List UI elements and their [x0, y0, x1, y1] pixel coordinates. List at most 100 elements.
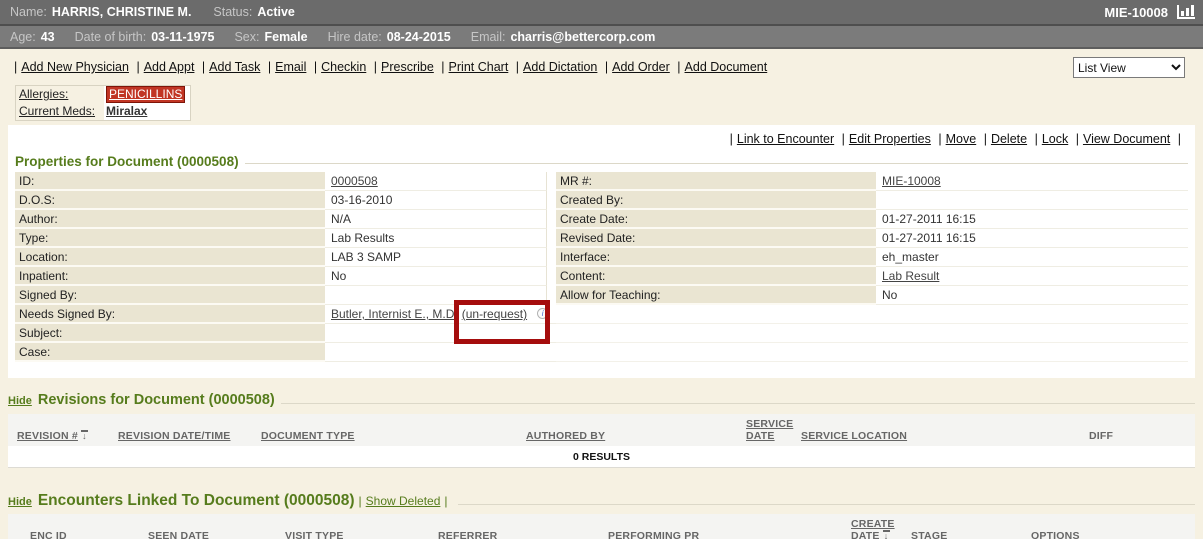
prop-label-mr: MR #:: [556, 172, 876, 191]
action-edit-properties[interactable]: Edit Properties: [849, 132, 931, 146]
status-label: Status:: [213, 5, 252, 19]
prop-row-signedby-teaching: Signed By: Allow for Teaching: No: [15, 286, 1188, 305]
encounters-header: ENC ID SEEN DATE VISIT TYPE REFERRER PER…: [8, 514, 1195, 539]
show-deleted-link[interactable]: Show Deleted: [366, 494, 441, 508]
col-seen-date[interactable]: SEEN DATE: [148, 530, 285, 539]
prop-label-subject: Subject:: [15, 324, 325, 343]
document-panel: |Link to Encounter |Edit Properties |Mov…: [8, 125, 1195, 378]
toolbar: |Add New Physician |Add Appt |Add Task |…: [0, 49, 1203, 80]
action-view-document[interactable]: View Document: [1083, 132, 1170, 146]
prop-label-id: ID:: [15, 172, 325, 191]
toolbar-link-prescribe[interactable]: Prescribe: [381, 60, 434, 74]
prop-label-create-date: Create Date:: [556, 210, 876, 229]
info-icon[interactable]: [537, 308, 548, 319]
current-meds-link[interactable]: Current Meds:: [19, 104, 95, 118]
prop-label-content: Content:: [556, 267, 876, 286]
prop-value-id-link[interactable]: 0000508: [331, 174, 378, 188]
prop-label-inpatient: Inpatient:: [15, 267, 325, 286]
action-move[interactable]: Move: [946, 132, 977, 146]
allergy-penicillins[interactable]: PENICILLINS: [106, 86, 185, 103]
prop-value-type: Lab Results: [325, 229, 547, 248]
dob-label: Date of birth:: [75, 30, 147, 44]
col-enc-id[interactable]: ENC ID: [8, 530, 148, 539]
action-lock[interactable]: Lock: [1042, 132, 1068, 146]
sex-value: Female: [264, 30, 307, 44]
prop-row-case: Case:: [15, 343, 1188, 362]
toolbar-link-add-task[interactable]: Add Task: [209, 60, 260, 74]
prop-label-dos: D.O.S:: [15, 191, 325, 210]
col-stage[interactable]: STAGE: [911, 530, 1031, 539]
action-delete[interactable]: Delete: [991, 132, 1027, 146]
prop-row-author-createdate: Author: N/A Create Date: 01-27-2011 16:1…: [15, 210, 1188, 229]
properties-table: ID: 0000508 MR #: MIE-10008 D.O.S: 03-16…: [15, 172, 1188, 362]
document-action-links: |Link to Encounter |Edit Properties |Mov…: [8, 125, 1195, 149]
prop-row-type-reviseddate: Type: Lab Results Revised Date: 01-27-20…: [15, 229, 1188, 248]
toolbar-link-add-appt[interactable]: Add Appt: [144, 60, 195, 74]
col-service-location[interactable]: SERVICE LOCATION: [801, 430, 1089, 442]
toolbar-link-add-order[interactable]: Add Order: [612, 60, 670, 74]
col-diff: DIFF: [1089, 430, 1195, 442]
toolbar-link-add-new-physician[interactable]: Add New Physician: [21, 60, 129, 74]
prop-value-subject: [325, 324, 556, 343]
sort-icon[interactable]: ↓: [883, 530, 890, 539]
col-document-type[interactable]: DOCUMENT TYPE: [261, 430, 526, 442]
encounters-hide-link[interactable]: Hide: [8, 496, 32, 508]
bar-chart-icon[interactable]: [1177, 5, 1195, 19]
prop-value-interface: eh_master: [876, 248, 1188, 267]
prop-value-needs-signed-by-link[interactable]: Butler, Internist E., M.D.: [331, 307, 458, 321]
col-create-date[interactable]: CREATE DATE↓: [851, 518, 911, 539]
prop-value-author: N/A: [325, 210, 547, 229]
toolbar-link-checkin[interactable]: Checkin: [321, 60, 366, 74]
prop-row-needs-signed-by: Needs Signed By: Butler, Internist E., M…: [15, 305, 1188, 324]
patient-name: HARRIS, CHRISTINE M.: [52, 5, 192, 19]
toolbar-link-add-dictation[interactable]: Add Dictation: [523, 60, 597, 74]
action-link-to-encounter[interactable]: Link to Encounter: [737, 132, 834, 146]
prop-label-signed-by: Signed By:: [15, 286, 325, 305]
revisions-hide-link[interactable]: Hide: [8, 395, 32, 407]
toolbar-link-add-document[interactable]: Add Document: [685, 60, 768, 74]
encounters-title: Encounters Linked To Document (0000508): [38, 492, 355, 510]
prop-label-created-by: Created By:: [556, 191, 876, 210]
revisions-title: Revisions for Document (0000508): [38, 392, 275, 408]
email-label: Email:: [471, 30, 506, 44]
email-value: charris@bettercorp.com: [510, 30, 655, 44]
prop-value-mr-link[interactable]: MIE-10008: [882, 174, 941, 188]
name-label: Name:: [10, 5, 47, 19]
allergies-link[interactable]: Allergies:: [19, 87, 68, 101]
age-value: 43: [41, 30, 55, 44]
col-service-date[interactable]: SERVICE DATE: [746, 418, 801, 442]
prop-label-needs-signed-by: Needs Signed By:: [15, 305, 325, 324]
mr-number: MIE-10008: [1104, 5, 1168, 20]
col-authored-by[interactable]: AUTHORED BY: [526, 430, 746, 442]
toolbar-link-print-chart[interactable]: Print Chart: [449, 60, 509, 74]
sort-desc-icon[interactable]: ↓: [81, 430, 88, 440]
toolbar-links: |Add New Physician |Add Appt |Add Task |…: [10, 57, 767, 74]
col-visit-type[interactable]: VISIT TYPE: [285, 530, 438, 539]
allergy-meds-box: Allergies: PENICILLINS Current Meds: Mir…: [15, 85, 191, 121]
properties-title: Properties for Document (0000508): [15, 154, 239, 169]
col-revision-number[interactable]: REVISION #↓: [8, 430, 118, 442]
prop-value-dos: 03-16-2010: [325, 191, 547, 210]
col-options: OPTIONS: [1031, 530, 1195, 539]
hire-date-value: 08-24-2015: [387, 30, 451, 44]
toolbar-link-email[interactable]: Email: [275, 60, 306, 74]
med-miralax[interactable]: Miralax: [106, 104, 147, 118]
un-request-link[interactable]: (un-request): [462, 307, 527, 321]
prop-value-content-link[interactable]: Lab Result: [882, 269, 939, 283]
prop-value-location: LAB 3 SAMP: [325, 248, 547, 267]
prop-label-interface: Interface:: [556, 248, 876, 267]
view-select[interactable]: List View: [1073, 57, 1185, 78]
col-referrer[interactable]: REFERRER: [438, 530, 608, 539]
hire-date-label: Hire date:: [328, 30, 382, 44]
prop-row-subject: Subject:: [15, 324, 1188, 343]
prop-label-location: Location:: [15, 248, 325, 267]
prop-label-type: Type:: [15, 229, 325, 248]
col-performing-provider[interactable]: PERFORMING PR: [608, 530, 851, 539]
dob-value: 03-11-1975: [151, 30, 214, 44]
prop-row-dos-createdby: D.O.S: 03-16-2010 Created By:: [15, 191, 1188, 210]
patient-banner: Name: HARRIS, CHRISTINE M. Status: Activ…: [0, 0, 1203, 26]
prop-row-location-interface: Location: LAB 3 SAMP Interface: eh_maste…: [15, 248, 1188, 267]
col-revision-datetime[interactable]: REVISION DATE/TIME: [118, 430, 261, 442]
prop-row-inpatient-content: Inpatient: No Content: Lab Result: [15, 267, 1188, 286]
revisions-section: Hide Revisions for Document (0000508) RE…: [8, 392, 1195, 468]
